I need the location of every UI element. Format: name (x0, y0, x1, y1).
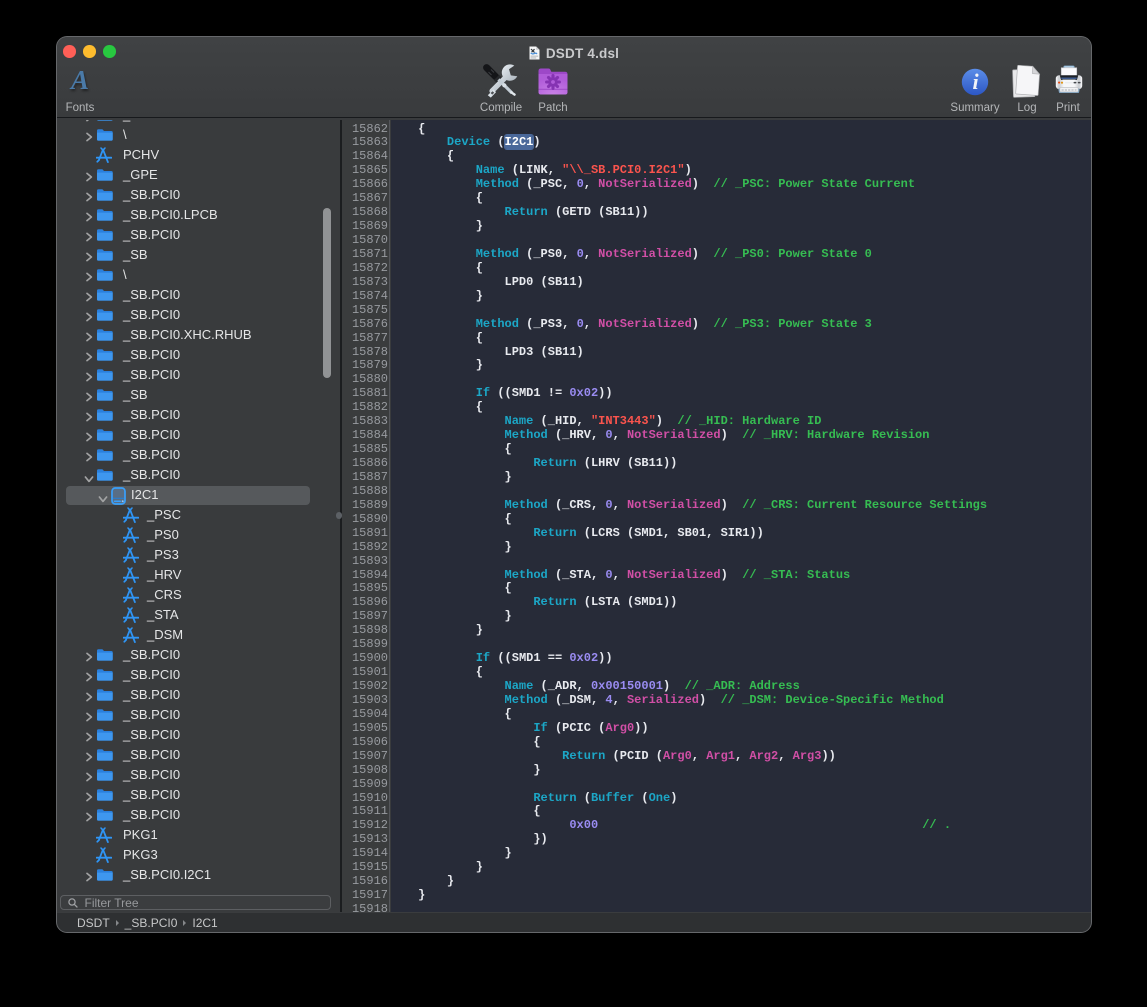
svg-text:i: i (972, 69, 979, 94)
